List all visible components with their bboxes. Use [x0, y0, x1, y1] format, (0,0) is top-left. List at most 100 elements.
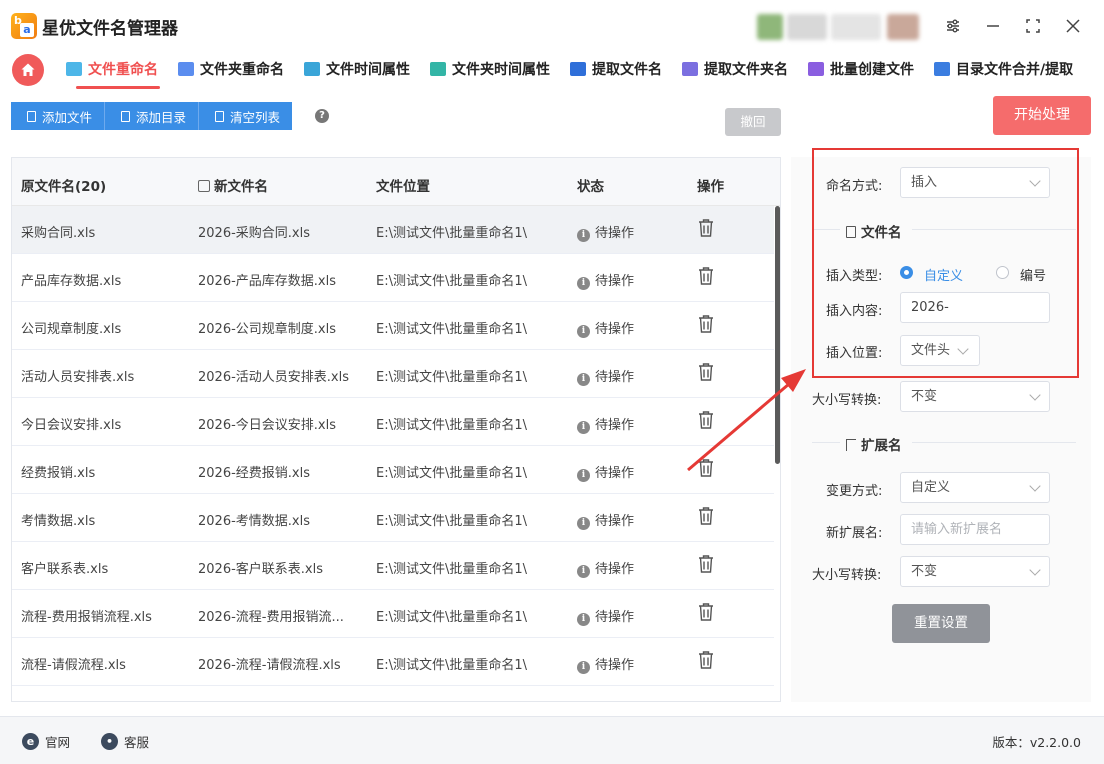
- status-cell: i 待操作: [577, 270, 634, 290]
- table-row[interactable]: 经费报销.xls 2026-经费报销.xls E:\测试文件\批量重命名1\ i 待操作: [12, 446, 774, 494]
- tab-extract-foldername[interactable]: 提取文件夹名: [682, 58, 788, 80]
- new-filename: 2026-采购合同.xls: [198, 226, 310, 241]
- clear-list-button[interactable]: 清空列表: [199, 102, 293, 130]
- table-row[interactable]: 客户联系表.xls 2026-客户联系表.xls E:\测试文件\批量重命名1\ i 待…: [12, 542, 774, 590]
- table-row[interactable]: 公司规章制度.xls 2026-公司规章制度.xls E:\测试文件\批量重命名1\…: [12, 302, 774, 350]
- file-location: E:\测试文件\批量重命名1\: [376, 322, 528, 337]
- close-icon[interactable]: [1060, 13, 1086, 39]
- ext-case-conversion-select[interactable]: 不变: [900, 556, 1050, 587]
- edit-icon: [198, 180, 210, 192]
- divider: [912, 229, 1076, 230]
- header-original-name: 原文件名(20): [21, 179, 107, 195]
- status-cell: i 待操作: [577, 318, 634, 338]
- case-conversion-select[interactable]: 不变: [900, 381, 1050, 412]
- new-extension-label: 新扩展名:: [826, 526, 883, 541]
- insert-type-number-radio[interactable]: [996, 266, 1009, 279]
- tab-directory-merge[interactable]: 目录文件合并/提取: [934, 58, 1073, 80]
- tab-folder-rename[interactable]: 文件夹重命名: [178, 58, 284, 80]
- insert-type-number-label[interactable]: 编号: [1020, 265, 1046, 284]
- file-location: E:\测试文件\批量重命名1\: [376, 370, 528, 385]
- reset-settings-button[interactable]: 重置设置: [892, 604, 990, 643]
- delete-icon[interactable]: [697, 218, 715, 242]
- chevron-down-icon: [1029, 480, 1041, 492]
- scroll-thumb[interactable]: [775, 206, 780, 464]
- delete-icon[interactable]: [697, 410, 715, 434]
- settings-icon[interactable]: [940, 13, 966, 39]
- add-directory-button[interactable]: 添加目录: [105, 102, 200, 130]
- folder-icon: [121, 110, 131, 122]
- trash-icon: [215, 110, 225, 122]
- delete-icon[interactable]: [697, 602, 715, 626]
- original-filename: 经费报销.xls: [21, 466, 96, 481]
- naming-mode-select[interactable]: 插入: [900, 167, 1050, 198]
- info-icon: i: [577, 661, 590, 674]
- table-scrollbar[interactable]: [775, 206, 780, 701]
- change-mode-select[interactable]: 自定义: [900, 472, 1050, 503]
- status-text: 待操作: [595, 562, 635, 577]
- status-text: 待操作: [595, 514, 635, 529]
- help-icon[interactable]: ?: [315, 109, 329, 123]
- status-text: 待操作: [595, 226, 635, 241]
- new-filename: 2026-公司规章制度.xls: [198, 322, 336, 337]
- new-filename: 2026-今日会议安排.xls: [198, 418, 336, 433]
- tab-file-rename[interactable]: 文件重命名: [66, 58, 158, 80]
- table-row[interactable]: 活动人员安排表.xls 2026-活动人员安排表.xls E:\测试文件\批量重命名…: [12, 350, 774, 398]
- delete-icon[interactable]: [697, 458, 715, 482]
- tab-batch-create[interactable]: 批量创建文件: [808, 58, 914, 80]
- app-logo-icon: ba: [11, 13, 37, 39]
- app-title: 星优文件名管理器: [42, 19, 178, 39]
- table-row[interactable]: 产品库存数据.xls 2026-产品库存数据.xls E:\测试文件\批量重命名1\…: [12, 254, 774, 302]
- new-filename: 2026-流程-请假流程.xls: [198, 658, 341, 673]
- delete-icon[interactable]: [697, 506, 715, 530]
- table-row[interactable]: 流程-费用报销流程.xls 2026-流程-费用报销流... E:\测试文件\批量重…: [12, 590, 774, 638]
- tab-folder-time[interactable]: 文件夹时间属性: [430, 58, 550, 80]
- table-row[interactable]: 流程-请假流程.xls 2026-流程-请假流程.xls E:\测试文件\批量重命名…: [12, 638, 774, 686]
- flag-icon: [846, 439, 856, 451]
- tab-file-time[interactable]: 文件时间属性: [304, 58, 410, 80]
- info-icon: i: [577, 421, 590, 434]
- original-filename: 流程-请假流程.xls: [21, 658, 126, 673]
- maximize-icon[interactable]: [1020, 13, 1046, 39]
- insert-position-select[interactable]: 文件头: [900, 335, 980, 366]
- toolbar: 添加文件 添加目录 清空列表: [11, 102, 293, 130]
- new-filename: 2026-客户联系表.xls: [198, 562, 323, 577]
- header-location: 文件位置: [376, 179, 430, 195]
- chevron-down-icon: [1029, 389, 1041, 401]
- original-filename: 客户联系表.xls: [21, 562, 109, 577]
- file-location: E:\测试文件\批量重命名1\: [376, 418, 528, 433]
- add-file-button[interactable]: 添加文件: [11, 102, 106, 130]
- info-icon: i: [577, 469, 590, 482]
- file-location: E:\测试文件\批量重命名1\: [376, 514, 528, 529]
- change-mode-label: 变更方式:: [826, 484, 883, 499]
- home-icon: [21, 63, 35, 76]
- extract-filename-icon: [570, 62, 586, 76]
- undo-button[interactable]: 撤回: [725, 108, 781, 136]
- insert-position-label: 插入位置:: [826, 346, 883, 361]
- insert-type-custom-radio[interactable]: [900, 266, 913, 279]
- file-icon: [27, 110, 36, 122]
- delete-icon[interactable]: [697, 650, 715, 674]
- extract-foldername-icon: [682, 62, 698, 76]
- file-location: E:\测试文件\批量重命名1\: [376, 562, 528, 577]
- insert-type-custom-label[interactable]: 自定义: [924, 265, 963, 284]
- delete-icon[interactable]: [697, 314, 715, 338]
- status-text: 待操作: [595, 466, 635, 481]
- file-location: E:\测试文件\批量重命名1\: [376, 610, 528, 625]
- new-extension-input[interactable]: 请输入新扩展名: [900, 514, 1050, 545]
- status-text: 待操作: [595, 370, 635, 385]
- insert-content-input[interactable]: 2026-: [900, 292, 1050, 323]
- home-button[interactable]: [12, 54, 44, 86]
- start-processing-button[interactable]: 开始处理: [993, 96, 1091, 135]
- tab-extract-filename[interactable]: 提取文件名: [570, 58, 662, 80]
- table-header: 原文件名(20) 新文件名 文件位置 状态 操作: [12, 158, 780, 206]
- website-link[interactable]: e 官网: [22, 732, 70, 751]
- delete-icon[interactable]: [697, 362, 715, 386]
- table-row[interactable]: 今日会议安排.xls 2026-今日会议安排.xls E:\测试文件\批量重命名1\…: [12, 398, 774, 446]
- delete-icon[interactable]: [697, 266, 715, 290]
- user-avatar[interactable]: [757, 14, 919, 40]
- minimize-icon[interactable]: [980, 13, 1006, 39]
- support-link[interactable]: • 客服: [101, 732, 149, 751]
- table-row[interactable]: 考情数据.xls 2026-考情数据.xls E:\测试文件\批量重命名1\ i 待操作: [12, 494, 774, 542]
- delete-icon[interactable]: [697, 554, 715, 578]
- table-row[interactable]: 采购合同.xls 2026-采购合同.xls E:\测试文件\批量重命名1\ i 待操作: [12, 206, 774, 254]
